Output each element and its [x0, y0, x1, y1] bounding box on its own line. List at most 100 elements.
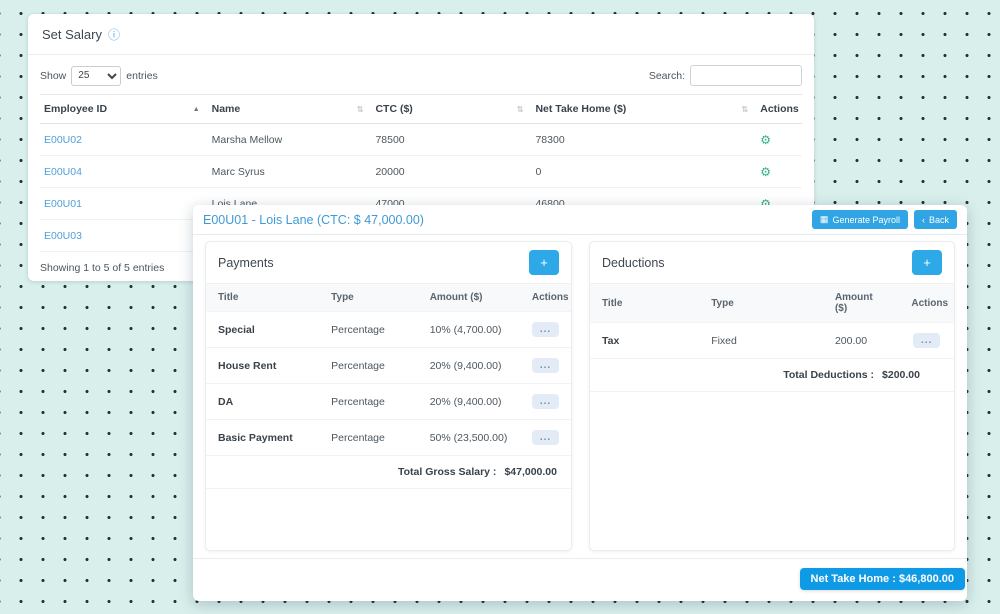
employee-ctc: 20000	[371, 156, 531, 188]
deductions-total-label: Total Deductions :	[783, 369, 874, 381]
payment-row: Special Percentage 10% (4,700.00) ...	[206, 312, 571, 348]
column-label-ctc: CTC ($)	[375, 103, 412, 115]
gross-salary-total-value: $47,000.00	[504, 466, 557, 478]
column-header-net-take-home[interactable]: Net Take Home ($) ⇅	[531, 95, 756, 124]
detail-header-buttons: ▦ Generate Payroll ‹ Back	[812, 210, 957, 229]
payment-type: Percentage	[319, 348, 418, 384]
set-salary-action-icon[interactable]: ⚙	[760, 133, 771, 147]
sort-icon[interactable]: ⇅	[357, 105, 364, 114]
deductions-total-row: Total Deductions : $200.00	[590, 358, 954, 392]
gross-salary-total-label: Total Gross Salary :	[398, 466, 496, 478]
column-label-actions: Actions	[760, 103, 799, 115]
payment-title: House Rent	[206, 348, 319, 384]
payment-row: Basic Payment Percentage 50% (23,500.00)…	[206, 420, 571, 456]
payment-amount: 20% (9,400.00)	[418, 348, 520, 384]
page-size-control: Show 25 entries	[40, 66, 158, 86]
employee-id-link[interactable]: E00U03	[44, 230, 82, 242]
payments-card: Payments + Title Type Amount ($) Actions…	[205, 241, 572, 551]
back-label: Back	[929, 215, 949, 225]
deductions-column-amount: Amount ($)	[823, 284, 899, 323]
employee-id-link[interactable]: E00U01	[44, 198, 82, 210]
generate-payroll-button[interactable]: ▦ Generate Payroll	[812, 210, 908, 229]
payment-title: Basic Payment	[206, 420, 319, 456]
payments-header-row: Title Type Amount ($) Actions	[206, 284, 571, 312]
column-header-name[interactable]: Name ⇅	[208, 95, 372, 124]
back-button[interactable]: ‹ Back	[914, 210, 957, 229]
payment-title: DA	[206, 384, 319, 420]
payment-amount: 20% (9,400.00)	[418, 384, 520, 420]
card-title-row: Set Salary ⓘ	[28, 14, 814, 55]
column-label-employee-id: Employee ID	[44, 103, 107, 115]
deduction-row: Tax Fixed 200.00 ...	[590, 323, 954, 359]
table-row: E00U02 Marsha Mellow 78500 78300 ⚙	[40, 124, 802, 156]
search-input[interactable]	[690, 65, 802, 86]
table-row: E00U04 Marc Syrus 20000 0 ⚙	[40, 156, 802, 188]
employee-name: Marsha Mellow	[208, 124, 372, 156]
payment-actions-button[interactable]: ...	[532, 394, 559, 409]
deduction-actions-button[interactable]: ...	[913, 333, 940, 348]
deduction-type: Fixed	[699, 323, 823, 359]
payments-table: Title Type Amount ($) Actions Special Pe…	[206, 284, 571, 455]
deductions-table: Title Type Amount ($) Actions Tax Fixed …	[590, 284, 954, 358]
employee-id-link[interactable]: E00U02	[44, 134, 82, 146]
payments-column-amount: Amount ($)	[418, 284, 520, 312]
column-label-name: Name	[212, 103, 241, 115]
detail-header: E00U01 - Lois Lane (CTC: $ 47,000.00) ▦ …	[193, 205, 967, 235]
deductions-column-actions: Actions	[899, 284, 954, 323]
show-label: Show	[40, 70, 66, 82]
deductions-title: Deductions	[602, 256, 665, 270]
detail-footer: Net Take Home : $46,800.00	[193, 558, 967, 601]
table-header-row: Employee ID ▲ Name ⇅ CTC ($) ⇅	[40, 95, 802, 124]
payment-row: House Rent Percentage 20% (9,400.00) ...	[206, 348, 571, 384]
payment-row: DA Percentage 20% (9,400.00) ...	[206, 384, 571, 420]
deductions-card: Deductions + Title Type Amount ($) Actio…	[589, 241, 955, 551]
payment-type: Percentage	[319, 312, 418, 348]
deduction-amount: 200.00	[823, 323, 899, 359]
deduction-title: Tax	[590, 323, 699, 359]
entries-label: entries	[126, 70, 158, 82]
deductions-total-value: $200.00	[882, 369, 920, 381]
sort-icon[interactable]: ⇅	[742, 105, 749, 114]
column-header-actions: Actions	[756, 95, 802, 124]
payment-actions-button[interactable]: ...	[532, 322, 559, 337]
gross-salary-total-row: Total Gross Salary : $47,000.00	[206, 455, 571, 489]
payment-amount: 10% (4,700.00)	[418, 312, 520, 348]
employee-net: 0	[531, 156, 756, 188]
payment-type: Percentage	[319, 384, 418, 420]
add-payment-button[interactable]: +	[529, 250, 559, 275]
payments-column-type: Type	[319, 284, 418, 312]
deductions-column-title: Title	[590, 284, 699, 323]
set-salary-action-icon[interactable]: ⚙	[760, 165, 771, 179]
salary-detail-panel: E00U01 - Lois Lane (CTC: $ 47,000.00) ▦ …	[193, 205, 967, 601]
page-size-select[interactable]: 25	[71, 66, 121, 86]
table-controls: Show 25 entries Search:	[28, 55, 814, 94]
employee-name: Marc Syrus	[208, 156, 372, 188]
back-chevron-icon: ‹	[922, 215, 925, 225]
column-label-net-take-home: Net Take Home ($)	[535, 103, 626, 115]
payment-type: Percentage	[319, 420, 418, 456]
generate-payroll-icon: ▦	[820, 214, 829, 225]
generate-payroll-label: Generate Payroll	[832, 215, 900, 225]
employee-detail-title: E00U01 - Lois Lane (CTC: $ 47,000.00)	[203, 213, 424, 227]
info-icon[interactable]: ⓘ	[108, 29, 120, 41]
payment-actions-button[interactable]: ...	[532, 430, 559, 445]
column-header-employee-id[interactable]: Employee ID ▲	[40, 95, 208, 124]
employee-ctc: 78500	[371, 124, 531, 156]
page-title: Set Salary	[42, 27, 102, 42]
search-label: Search:	[649, 70, 685, 82]
search-control: Search:	[649, 65, 802, 86]
page-background: { "icons": { "info": "ⓘ", "settings": "⚙…	[0, 0, 1000, 614]
payments-header: Payments +	[206, 242, 571, 284]
deductions-header-row: Title Type Amount ($) Actions	[590, 284, 954, 323]
payment-amount: 50% (23,500.00)	[418, 420, 520, 456]
payment-actions-button[interactable]: ...	[532, 358, 559, 373]
employee-id-link[interactable]: E00U04	[44, 166, 82, 178]
sort-icon[interactable]: ⇅	[517, 105, 524, 114]
payment-title: Special	[206, 312, 319, 348]
employee-net: 78300	[531, 124, 756, 156]
payments-title: Payments	[218, 256, 274, 270]
column-header-ctc[interactable]: CTC ($) ⇅	[371, 95, 531, 124]
sort-asc-icon[interactable]: ▲	[193, 106, 200, 113]
deductions-header: Deductions +	[590, 242, 954, 284]
add-deduction-button[interactable]: +	[912, 250, 942, 275]
